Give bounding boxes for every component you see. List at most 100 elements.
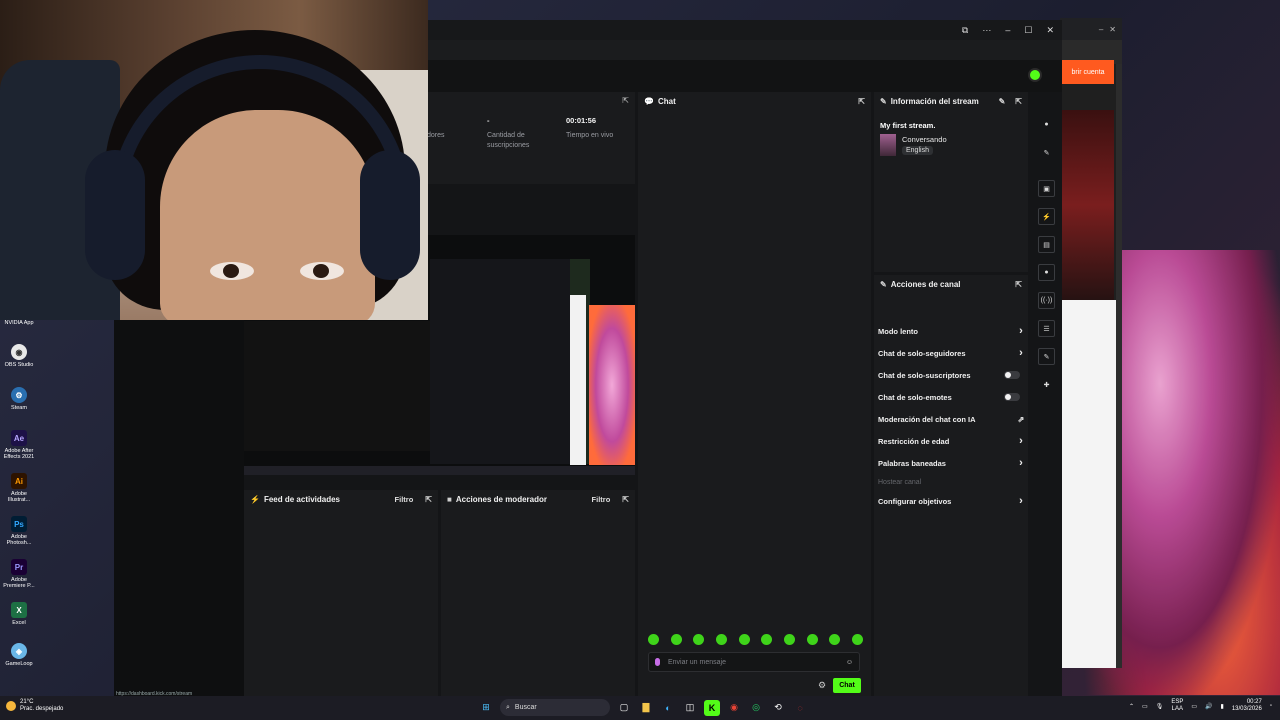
- excel-icon: X: [11, 602, 27, 618]
- popout-icon[interactable]: ⇱: [622, 96, 629, 105]
- task-view-icon[interactable]: ▢: [616, 700, 632, 716]
- browser-window[interactable]: – ✕ brir cuenta: [1060, 18, 1122, 668]
- chrome-icon[interactable]: ◉: [726, 700, 742, 716]
- monitor-icon[interactable]: ▭: [1191, 703, 1197, 710]
- more-icon[interactable]: ···: [982, 25, 991, 35]
- document-icon[interactable]: ▤: [1038, 236, 1055, 253]
- configure-goals-row[interactable]: Configurar objetivos ›: [878, 490, 1026, 512]
- popout-icon[interactable]: ⇱: [858, 97, 865, 106]
- desktop-icon-illustrator[interactable]: Ai Adobe Illustrat...: [0, 473, 38, 503]
- taskbar-apps: ⊞ ⌕ Buscar ▢ ▇ ◐ ◫ K ◉ ◎ ⟲ ◌: [478, 699, 808, 716]
- preview-browser-capture: [570, 295, 586, 465]
- mod-actions-panel: ■ Acciones de moderador Filtro ⇱: [441, 490, 635, 696]
- windows-start-icon[interactable]: ⊞: [478, 700, 494, 716]
- left-panel-area: [114, 320, 244, 696]
- obs-taskbar-icon[interactable]: ◌: [792, 700, 808, 716]
- chat-message-input[interactable]: Enviar un mensaje ☺: [648, 652, 860, 672]
- emote-icon[interactable]: [715, 634, 727, 645]
- desktop-icon-excel[interactable]: X Excel: [0, 602, 38, 626]
- whatsapp-icon[interactable]: ◎: [748, 700, 764, 716]
- stream-title: My first stream.: [880, 121, 936, 130]
- subscribers-only-toggle[interactable]: [1004, 371, 1020, 379]
- desktop-icon-photoshop[interactable]: Ps Adobe Photosh...: [0, 516, 38, 546]
- age-restriction-row[interactable]: Restricción de edad ›: [878, 430, 1026, 452]
- volume-icon[interactable]: 🔊: [1205, 703, 1212, 710]
- add-widget-icon[interactable]: ✚: [1038, 376, 1055, 393]
- followers-only-row[interactable]: Chat de solo-seguidores ›: [878, 342, 1026, 364]
- emote-icon[interactable]: [761, 634, 773, 645]
- chat-bubble-icon[interactable]: ●: [1038, 264, 1055, 281]
- list-icon[interactable]: ☰: [1038, 320, 1055, 337]
- emote-icon[interactable]: [670, 634, 682, 645]
- capcut-icon[interactable]: ⟲: [770, 700, 786, 716]
- popout-icon[interactable]: ⇱: [1015, 97, 1022, 106]
- snap-icon[interactable]: ⧉: [962, 25, 968, 36]
- screen-icon[interactable]: ▣: [1038, 180, 1055, 197]
- slow-mode-row[interactable]: Modo lento ›: [878, 320, 1026, 342]
- notification-icon[interactable]: ▫: [1270, 703, 1272, 709]
- emotes-only-toggle[interactable]: [1004, 393, 1020, 401]
- chat-title: Chat: [657, 96, 676, 106]
- desktop-icon-steam[interactable]: ⚙ Steam: [0, 387, 38, 411]
- ai-moderation-row[interactable]: Moderación del chat con IA ⇗: [878, 408, 1026, 430]
- popout-icon[interactable]: ⇱: [425, 495, 432, 504]
- preview-nested-screen: [244, 321, 444, 451]
- browser-page-content: [1062, 300, 1116, 668]
- emote-icon[interactable]: [783, 634, 795, 645]
- wrench-icon[interactable]: ✎: [1038, 348, 1055, 365]
- network-icon[interactable]: ▭: [1142, 703, 1148, 710]
- emote-icon[interactable]: [738, 634, 750, 645]
- user-avatar[interactable]: [1028, 68, 1042, 82]
- desktop-icon-after-effects[interactable]: Ae Adobe After Effects 2021: [0, 430, 38, 460]
- clock[interactable]: 00:27 13/03/2026: [1232, 699, 1262, 713]
- desktop-icon-premiere[interactable]: Pr Adobe Premiere P...: [0, 559, 38, 589]
- desktop-icon-obs[interactable]: ◉ OBS Studio: [0, 344, 38, 368]
- emote-icon[interactable]: [851, 634, 863, 645]
- emote-icon[interactable]: [806, 634, 818, 645]
- subscribers-only-row: Chat de solo-suscriptores: [878, 364, 1026, 386]
- channel-actions-header: Acciones de canal: [890, 279, 961, 289]
- mic-tray-icon[interactable]: 🎙: [1156, 703, 1164, 710]
- info-icon[interactable]: ●: [1038, 116, 1055, 133]
- chat-settings-gear-icon[interactable]: ⚙: [818, 680, 826, 691]
- desktop-icon-gameloop[interactable]: ◈ GameLoop: [0, 643, 38, 667]
- chat-send-button[interactable]: Chat: [833, 678, 861, 693]
- kick-icon[interactable]: K: [704, 699, 720, 716]
- taskbar-search[interactable]: ⌕ Buscar: [500, 699, 610, 716]
- popout-icon[interactable]: ⇱: [1015, 280, 1022, 289]
- chevron-right-icon: ›: [1019, 495, 1023, 507]
- battery-icon[interactable]: ▮: [1221, 703, 1224, 710]
- microphone-icon[interactable]: [655, 658, 660, 666]
- broadcast-icon[interactable]: ((·)): [1038, 292, 1055, 309]
- gameloop-icon: ◈: [11, 643, 27, 659]
- weather-widget[interactable]: 21°C Prac. despejado: [6, 699, 63, 713]
- file-explorer-icon[interactable]: ▇: [638, 700, 654, 716]
- popout-icon[interactable]: ⇱: [622, 495, 629, 504]
- subscriptions-stat: - Cantidad de suscripciones: [487, 116, 530, 149]
- stream-stats-panel: ⇱ dores - Cantidad de suscripciones 00:0…: [427, 92, 635, 184]
- desktop-icon-nvidia[interactable]: NVIDIA App: [0, 318, 38, 326]
- store-icon[interactable]: ◫: [682, 700, 698, 716]
- feed-filter-button[interactable]: Filtro: [395, 495, 414, 504]
- maximize-icon[interactable]: ☐: [1024, 25, 1032, 36]
- chevron-up-icon[interactable]: ⌃: [1129, 703, 1134, 710]
- wrench-icon: ✎: [880, 96, 887, 106]
- emote-icon[interactable]: [693, 634, 705, 645]
- language-indicator[interactable]: ESP LAA: [1171, 699, 1183, 713]
- edge-icon[interactable]: ◐: [660, 700, 676, 716]
- emote-icon[interactable]: [648, 634, 659, 645]
- minimize-icon[interactable]: –: [1005, 25, 1010, 35]
- mod-filter-button[interactable]: Filtro: [592, 495, 611, 504]
- close-icon[interactable]: ✕: [1046, 25, 1054, 36]
- bolt-icon[interactable]: ⚡: [1038, 208, 1055, 225]
- pencil-icon[interactable]: ✎: [1038, 144, 1055, 161]
- minimize-icon[interactable]: –: [1099, 25, 1103, 34]
- emoji-picker-icon[interactable]: ☺: [846, 659, 853, 666]
- edit-icon[interactable]: ✎: [999, 97, 1006, 106]
- emote-icon[interactable]: [829, 634, 841, 645]
- open-account-button[interactable]: brir cuenta: [1062, 60, 1114, 84]
- browser-scrollbar[interactable]: [1116, 64, 1122, 668]
- followers-stat: dores: [427, 132, 445, 139]
- close-icon[interactable]: ✕: [1109, 25, 1116, 34]
- stream-category: Conversando: [902, 135, 947, 144]
